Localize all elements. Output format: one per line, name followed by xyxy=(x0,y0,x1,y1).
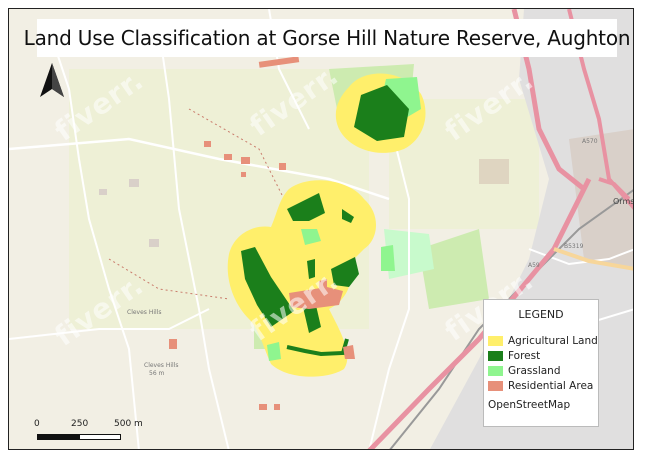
building xyxy=(169,339,177,349)
building xyxy=(259,404,267,410)
building xyxy=(274,404,280,410)
building xyxy=(241,172,246,177)
residential-area xyxy=(343,345,355,359)
map-legend: LEGEND Agricultural Land Forest Grasslan… xyxy=(483,299,599,427)
road-label-a570: A570 xyxy=(582,138,598,145)
grassland-east xyxy=(381,245,395,271)
building xyxy=(204,141,211,147)
building xyxy=(129,179,139,187)
building xyxy=(279,163,286,170)
legend-swatch xyxy=(488,380,503,391)
legend-label: Residential Area xyxy=(508,379,594,392)
scale-label-mid: 250 xyxy=(71,419,89,429)
legend-item-residential: Residential Area xyxy=(484,378,598,393)
road-label-b5319: B5319 xyxy=(564,243,584,250)
building xyxy=(224,154,232,160)
scale-bar-segment xyxy=(79,434,121,440)
legend-source: OpenStreetMap xyxy=(488,399,571,411)
legend-item-forest: Forest xyxy=(484,348,598,363)
legend-title: LEGEND xyxy=(518,308,564,321)
legend-label: Forest xyxy=(508,349,541,362)
legend-swatch xyxy=(488,350,503,361)
building xyxy=(241,157,250,164)
map-frame: fiverr. fiverr. fiverr. fiverr. fiverr. … xyxy=(8,8,634,450)
legend-label: Agricultural Land xyxy=(508,334,598,347)
building xyxy=(99,189,107,195)
legend-label: Grassland xyxy=(508,364,561,377)
industrial-block xyxy=(479,159,509,184)
road-label-a59: A59 xyxy=(528,262,540,269)
scale-bar: 0 250 500 m xyxy=(29,419,209,449)
building xyxy=(149,239,159,247)
place-label-cleves-hills: Cleves Hills xyxy=(127,309,162,316)
legend-item-agricultural: Agricultural Land xyxy=(484,333,598,348)
map-title: Land Use Classification at Gorse Hill Na… xyxy=(24,19,631,57)
north-arrow-icon xyxy=(40,63,64,97)
legend-swatch xyxy=(488,335,503,346)
scale-bar-segment xyxy=(37,434,79,440)
legend-item-grassland: Grassland xyxy=(484,363,598,378)
place-label-ormskirk: Ormsk xyxy=(613,197,634,206)
place-label-elevation: 56 m xyxy=(149,370,165,377)
legend-swatch xyxy=(488,365,503,376)
scale-label-end: 500 m xyxy=(114,419,143,429)
grassland-south xyxy=(267,342,281,361)
place-label-cleves-hills-marker: Cleves Hills xyxy=(144,362,179,369)
scale-label-zero: 0 xyxy=(34,419,40,429)
